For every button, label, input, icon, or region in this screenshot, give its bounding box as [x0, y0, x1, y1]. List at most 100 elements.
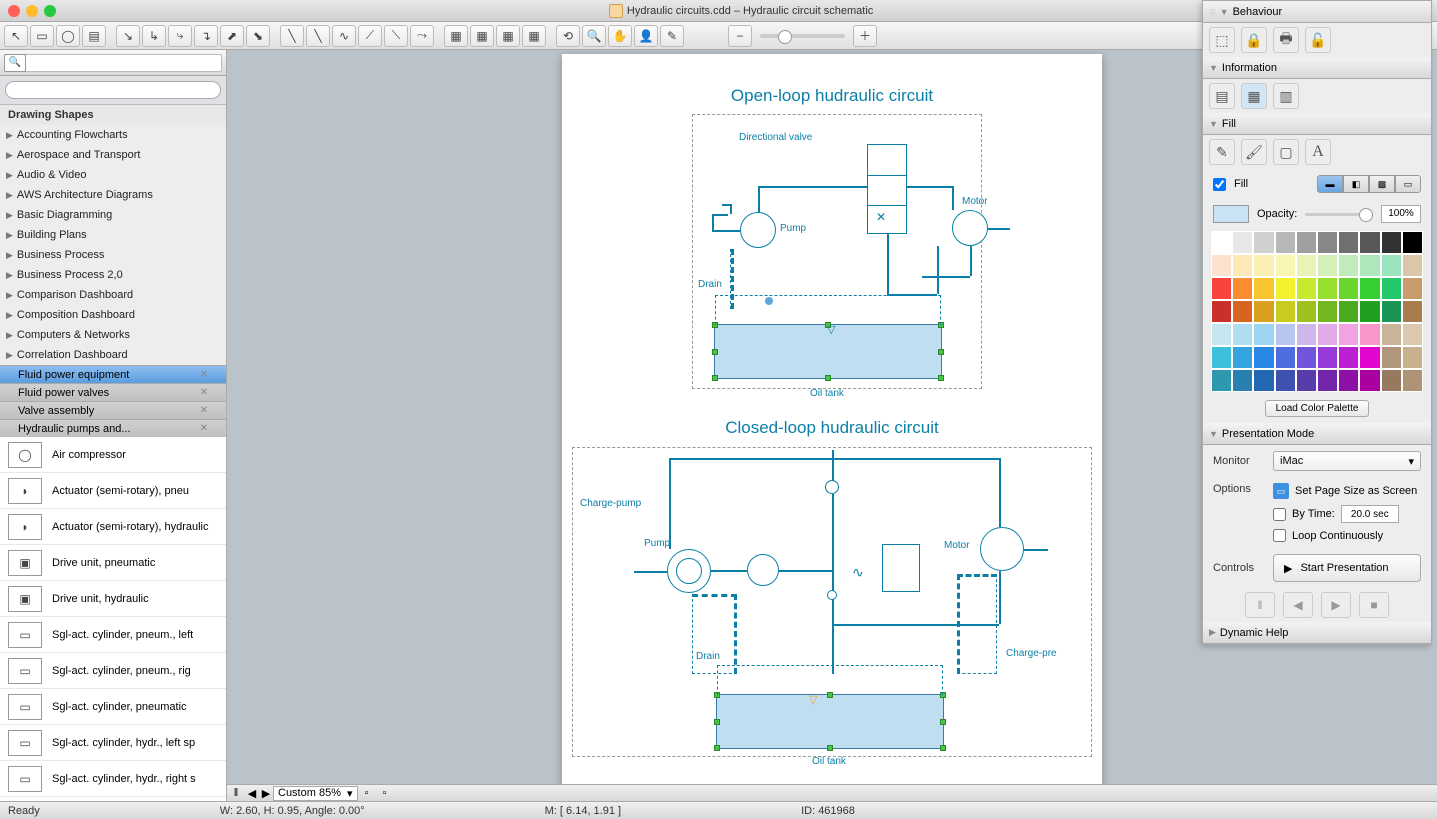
color-swatch[interactable] — [1275, 231, 1296, 254]
color-swatch[interactable] — [1211, 231, 1232, 254]
color-swatch[interactable] — [1402, 369, 1423, 392]
zoom-in-icon[interactable]: ＋ — [853, 25, 877, 47]
group-3[interactable]: ▦ — [496, 25, 520, 47]
shadow-icon[interactable]: ▢ — [1273, 139, 1299, 165]
color-swatch[interactable] — [1275, 369, 1296, 392]
page-tab-1[interactable]: ▫ — [358, 787, 376, 799]
pause-icon[interactable]: ‖ — [1245, 592, 1275, 618]
fill-solid-icon[interactable]: ▬ — [1317, 175, 1343, 193]
group-1[interactable]: ▦ — [444, 25, 468, 47]
color-swatch[interactable] — [1253, 300, 1274, 323]
sidebar-library[interactable]: Fluid power valves✕ — [0, 383, 226, 401]
search-mode-icon[interactable]: 🔍 — [4, 54, 26, 72]
sidebar-library[interactable]: Fluid power equipment✕ — [0, 365, 226, 383]
dropper-tool[interactable]: ✎ — [660, 25, 684, 47]
color-swatch[interactable] — [1317, 323, 1338, 346]
color-swatch[interactable] — [1275, 323, 1296, 346]
color-swatch[interactable] — [1296, 369, 1317, 392]
color-swatch[interactable] — [1253, 254, 1274, 277]
color-swatch[interactable] — [1296, 231, 1317, 254]
color-swatch[interactable] — [1402, 231, 1423, 254]
presentation-head[interactable]: ▼Presentation Mode — [1203, 423, 1431, 445]
color-swatch[interactable] — [1317, 346, 1338, 369]
fill-grad-icon[interactable]: ◧ — [1343, 175, 1369, 193]
line-3[interactable]: ∿ — [332, 25, 356, 47]
color-swatch[interactable] — [1381, 231, 1402, 254]
color-swatch[interactable] — [1381, 277, 1402, 300]
line-1[interactable]: ╲ — [280, 25, 304, 47]
sidebar-field[interactable] — [4, 54, 222, 72]
behaviour-head[interactable]: ○▼Behaviour — [1203, 1, 1431, 23]
color-swatch[interactable] — [1296, 300, 1317, 323]
sidebar-category[interactable]: ▶Business Process — [0, 245, 226, 265]
rect-tool[interactable]: ▭ — [30, 25, 54, 47]
color-swatch[interactable] — [1232, 300, 1253, 323]
conn-3[interactable]: ⤷ — [168, 25, 192, 47]
sidebar-category[interactable]: ▶Audio & Video — [0, 165, 226, 185]
conn-5[interactable]: ⬈ — [220, 25, 244, 47]
dynhelp-head[interactable]: ▶Dynamic Help — [1203, 622, 1431, 644]
color-swatch[interactable] — [1253, 369, 1274, 392]
sidebar-category[interactable]: ▶Comparison Dashboard — [0, 285, 226, 305]
conn-1[interactable]: ↘ — [116, 25, 140, 47]
brush-icon[interactable]: 🖌 — [1241, 139, 1267, 165]
sidebar-library[interactable]: Valve assembly✕ — [0, 401, 226, 419]
color-swatch[interactable] — [1275, 300, 1296, 323]
color-swatch[interactable] — [1402, 346, 1423, 369]
color-swatch[interactable] — [1211, 254, 1232, 277]
sidebar-category[interactable]: ▶Composition Dashboard — [0, 305, 226, 325]
color-swatch[interactable] — [1402, 300, 1423, 323]
color-swatch[interactable] — [1232, 346, 1253, 369]
color-swatch[interactable] — [1317, 300, 1338, 323]
d2-pump[interactable] — [667, 549, 711, 593]
select-tool[interactable]: ↖ — [4, 25, 28, 47]
scroll-start-icon[interactable]: ‖ — [227, 787, 245, 799]
loop-checkbox[interactable] — [1273, 529, 1286, 542]
conn-6[interactable]: ⬊ — [246, 25, 270, 47]
color-swatch[interactable] — [1253, 323, 1274, 346]
conn-4[interactable]: ↴ — [194, 25, 218, 47]
fill-swatch[interactable] — [1213, 205, 1249, 223]
zoom-tool[interactable]: 🔍 — [582, 25, 606, 47]
text-tool[interactable]: ▤ — [82, 25, 106, 47]
sidebar-category[interactable]: ▶Building Plans — [0, 225, 226, 245]
setpage-label[interactable]: Set Page Size as Screen — [1295, 485, 1417, 497]
sidebar-category[interactable]: ▶Correlation Dashboard — [0, 345, 226, 365]
color-swatch[interactable] — [1338, 346, 1359, 369]
pan-tool[interactable]: ✋ — [608, 25, 632, 47]
color-swatch[interactable] — [1317, 369, 1338, 392]
close-window-icon[interactable] — [8, 5, 20, 17]
conn-2[interactable]: ↳ — [142, 25, 166, 47]
color-swatch[interactable] — [1359, 300, 1380, 323]
d1-oiltank[interactable]: ▽ — [714, 324, 942, 379]
d1-valve[interactable]: ✕ — [867, 144, 907, 234]
zoom-out-icon[interactable]: − — [728, 25, 752, 47]
d2-block[interactable] — [882, 544, 920, 592]
color-swatch[interactable] — [1253, 277, 1274, 300]
color-swatch[interactable] — [1275, 254, 1296, 277]
user-tool[interactable]: 👤 — [634, 25, 658, 47]
behav-print-icon[interactable]: 🖶 — [1273, 27, 1299, 53]
d2-motor[interactable] — [980, 527, 1024, 571]
color-swatch[interactable] — [1359, 254, 1380, 277]
sidebar-category[interactable]: ▶Business Process 2,0 — [0, 265, 226, 285]
close-icon[interactable]: ✕ — [200, 369, 208, 380]
color-swatch[interactable] — [1317, 277, 1338, 300]
sidebar-library[interactable]: Hydraulic pumps and...✕ — [0, 419, 226, 437]
color-swatch[interactable] — [1317, 231, 1338, 254]
ellipse-tool[interactable]: ◯ — [56, 25, 80, 47]
color-swatch[interactable] — [1402, 254, 1423, 277]
prev-icon[interactable]: ◀ — [1283, 592, 1313, 618]
color-swatch[interactable] — [1296, 323, 1317, 346]
shape-item[interactable]: ▭Sgl-act. cylinder, pneum., left — [0, 617, 226, 653]
color-swatch[interactable] — [1211, 300, 1232, 323]
minimize-window-icon[interactable] — [26, 5, 38, 17]
load-palette-button[interactable]: Load Color Palette — [1265, 400, 1370, 417]
close-icon[interactable]: ✕ — [200, 405, 208, 416]
color-swatch[interactable] — [1296, 277, 1317, 300]
zoom-window-icon[interactable] — [44, 5, 56, 17]
color-swatch[interactable] — [1211, 346, 1232, 369]
shape-item[interactable]: ▣Drive unit, pneumatic — [0, 545, 226, 581]
color-swatch[interactable] — [1338, 369, 1359, 392]
color-swatch[interactable] — [1211, 369, 1232, 392]
